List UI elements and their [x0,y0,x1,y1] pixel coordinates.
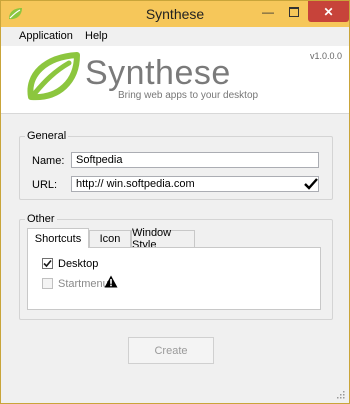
tab-window-style[interactable]: Window Style [131,227,195,251]
maximize-button[interactable] [281,2,307,22]
startmenu-checkbox[interactable] [42,278,53,289]
url-label: URL: [32,179,58,191]
title-bar[interactable]: Synthese — ✕ [1,1,349,27]
warning-icon [104,275,118,288]
maximize-icon [289,7,299,17]
url-field[interactable]: http:// win.softpedia.com [71,176,319,192]
checkmark-icon [43,259,52,268]
tagline: Bring web apps to your desktop [118,90,259,101]
name-label: Name: [32,155,65,167]
desktop-checkbox-label: Desktop [58,258,99,270]
menu-help[interactable]: Help [85,30,108,42]
general-legend: General [27,130,67,142]
tab-icon[interactable]: Icon [89,230,131,247]
tab-shortcuts[interactable]: Shortcuts [27,228,89,248]
header-banner: Synthese Bring web apps to your desktop … [1,46,349,114]
resize-grip-icon[interactable] [335,389,345,399]
menu-bar: Application Help [1,27,349,47]
app-window: Synthese — ✕ Application Help Synthese B… [0,0,350,404]
create-button[interactable]: Create [128,337,214,364]
close-icon: ✕ [323,4,334,19]
startmenu-checkbox-label: Startmenu [58,278,109,290]
close-button[interactable]: ✕ [308,1,349,22]
url-valid-check-icon [304,178,318,190]
desktop-checkbox[interactable] [42,258,53,269]
version-label: v1.0.0.0 [310,51,343,61]
minimize-button[interactable]: — [255,2,281,22]
minimize-icon: — [262,5,274,19]
menu-application[interactable]: Application [19,30,73,42]
other-legend: Other [27,213,55,225]
name-field[interactable]: Softpedia [71,152,319,168]
leaf-logo-icon [27,52,80,101]
logo-wordmark: Synthese [85,54,231,92]
